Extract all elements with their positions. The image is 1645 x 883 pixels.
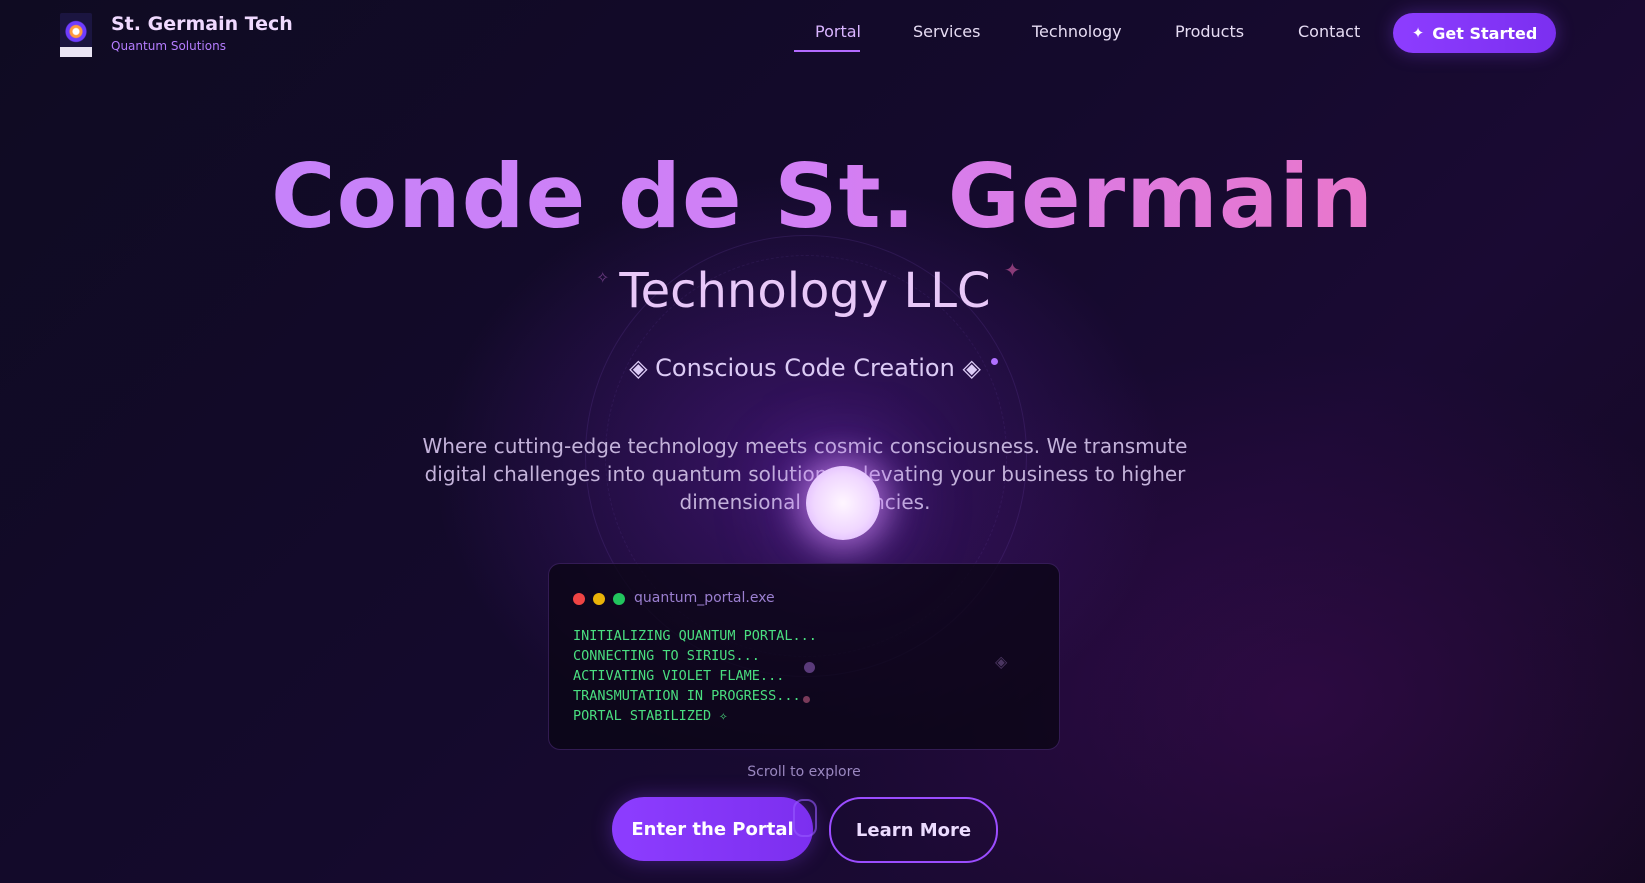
- nav-link-contact[interactable]: Contact: [1298, 22, 1360, 41]
- scroll-mouse-icon: [793, 799, 817, 837]
- terminal-line: CONNECTING TO SIRIUS...: [573, 648, 760, 664]
- terminal-close-dot: [573, 593, 585, 605]
- logo-image[interactable]: [60, 13, 92, 57]
- active-nav-indicator: [794, 50, 860, 52]
- nav-link-products[interactable]: Products: [1175, 22, 1244, 41]
- get-started-label: Get Started: [1432, 23, 1538, 43]
- top-navbar: St. Germain Tech Quantum Solutions Porta…: [0, 0, 1645, 66]
- enter-portal-button[interactable]: Enter the Portal: [612, 797, 813, 861]
- terminal-line: ACTIVATING VIOLET FLAME...: [573, 668, 785, 684]
- glowing-orb: [806, 466, 880, 540]
- brand-name[interactable]: St. Germain Tech: [111, 13, 293, 35]
- get-started-button[interactable]: ✦ Get Started: [1393, 13, 1556, 53]
- nav-link-services[interactable]: Services: [913, 22, 980, 41]
- nav-link-technology[interactable]: Technology: [1032, 22, 1122, 41]
- hero-tagline: ◈ Conscious Code Creation ◈: [629, 354, 981, 382]
- learn-more-button[interactable]: Learn More: [829, 797, 998, 863]
- terminal-line: INITIALIZING QUANTUM PORTAL...: [573, 628, 817, 644]
- terminal-minimize-dot: [593, 593, 605, 605]
- diamond-icon: ◈: [995, 652, 1008, 671]
- nav-link-portal[interactable]: Portal: [815, 22, 861, 41]
- sparkle-icon: ✦: [1411, 24, 1425, 42]
- scroll-hint: Scroll to explore: [747, 764, 861, 780]
- floating-dot: [804, 662, 815, 673]
- terminal-line: PORTAL STABILIZED ✧: [573, 708, 728, 724]
- terminal-line: TRANSMUTATION IN PROGRESS...: [573, 688, 801, 704]
- terminal-title: quantum_portal.exe: [634, 590, 775, 606]
- hero-description: Where cutting-edge technology meets cosm…: [422, 434, 1188, 514]
- terminal-window: quantum_portal.exe INITIALIZING QUANTUM …: [548, 563, 1060, 750]
- hero-title: Conde de St. Germain: [0, 145, 1645, 248]
- hero-subtitle: Technology LLC: [619, 263, 991, 319]
- terminal-maximize-dot: [613, 593, 625, 605]
- brand-subtitle: Quantum Solutions: [111, 39, 226, 53]
- floating-dot: [803, 696, 810, 703]
